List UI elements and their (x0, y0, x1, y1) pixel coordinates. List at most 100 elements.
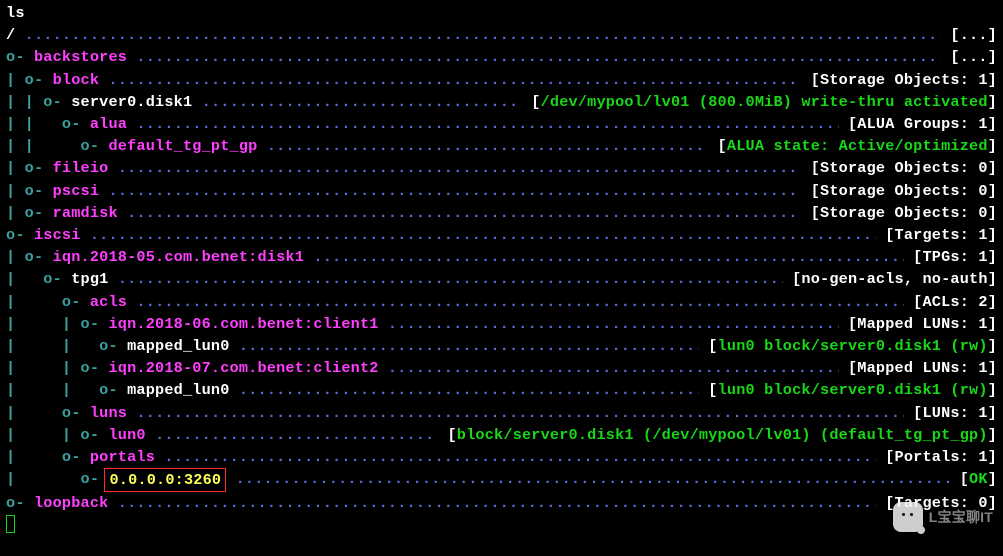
node-name: backstores (34, 46, 127, 68)
tree-row: | | o- default_tg_pt_gp ................… (6, 135, 997, 157)
branch-bullet: o- (81, 313, 109, 335)
terminal-output[interactable]: ls / ...................................… (6, 2, 997, 533)
root-status: [...] (941, 24, 997, 46)
tree-row: o- iscsi ...............................… (6, 224, 997, 246)
tree-pipes: | (6, 202, 25, 224)
node-name: iqn.2018-07.com.benet:client2 (108, 357, 378, 379)
tree-pipes: | (6, 69, 25, 91)
branch-bullet: o- (43, 268, 71, 290)
tree-pipes: | | (6, 357, 81, 379)
node-status: [Storage Objects: 0] (801, 180, 997, 202)
node-status: [...] (941, 46, 997, 68)
tree-row: | o- luns ..............................… (6, 402, 997, 424)
node-name: tpg1 (71, 268, 108, 290)
tree-row: | o- tpg1 ..............................… (6, 268, 997, 290)
tree-pipes: | | (6, 335, 99, 357)
tree-pipes: | | (6, 313, 81, 335)
tree-pipes: | (6, 180, 25, 202)
tree-row: | o- acls ..............................… (6, 291, 997, 313)
dots-filler: ........................................… (90, 224, 876, 246)
watermark-text: L宝宝聊IT (929, 506, 993, 528)
dots-filler: ........................................… (118, 157, 802, 179)
watermark: L宝宝聊IT (893, 502, 993, 532)
branch-bullet: o- (25, 246, 53, 268)
branch-bullet: o- (81, 424, 109, 446)
node-status: [ACLs: 2] (904, 291, 997, 313)
node-name: portals (90, 446, 155, 468)
tree-pipes: | | (6, 135, 81, 157)
dots-filler: ........................................… (136, 46, 941, 68)
tree-pipes: | (6, 446, 62, 468)
branch-bullet: o- (6, 224, 34, 246)
tree-row: | o- iqn.2018-05.com.benet:disk1 .......… (6, 246, 997, 268)
command-line: ls (6, 2, 997, 24)
branch-bullet: o- (62, 446, 90, 468)
tree-row: | o- pscsi .............................… (6, 180, 997, 202)
node-name: iqn.2018-05.com.benet:disk1 (53, 246, 304, 268)
node-name: iscsi (34, 224, 81, 246)
tree-pipes: | (6, 402, 62, 424)
branch-bullet: o- (99, 335, 127, 357)
branch-bullet: o- (25, 157, 53, 179)
node-status: [Targets: 1] (876, 224, 997, 246)
tree-row: | | o- mapped_lun0 .....................… (6, 335, 997, 357)
node-name: pscsi (53, 180, 100, 202)
node-name: block (53, 69, 100, 91)
dots-filler: ........................................… (155, 424, 438, 446)
dots-filler: ........................................… (239, 379, 699, 401)
tree-row: | | o- iqn.2018-07.com.benet:client2 ...… (6, 357, 997, 379)
node-status: [lun0 block/server0.disk1 (rw)] (699, 379, 997, 401)
node-name: fileio (53, 157, 109, 179)
tree-row: | o- 0.0.0.0:3260 ......................… (6, 468, 997, 492)
wechat-icon (893, 502, 923, 532)
node-name: 0.0.0.0:3260 (109, 471, 221, 489)
node-name: iqn.2018-06.com.benet:client1 (108, 313, 378, 335)
node-name: mapped_lun0 (127, 379, 229, 401)
node-name: alua (90, 113, 127, 135)
node-status: [block/server0.disk1 (/dev/mypool/lv01) … (438, 424, 997, 446)
dots-filler: ........................................… (118, 268, 783, 290)
node-name: server0.disk1 (71, 91, 192, 113)
node-status: [Mapped LUNs: 1] (839, 357, 997, 379)
cursor (6, 515, 15, 533)
node-status: [ALUA state: Active/optimized] (708, 135, 997, 157)
node-status: [/dev/mypool/lv01 (800.0MiB) write-thru … (522, 91, 997, 113)
dots-filler: ........................................… (118, 492, 876, 514)
tree-row: | o- ramdisk ...........................… (6, 202, 997, 224)
branch-bullet: o- (81, 135, 109, 157)
node-status: [no-gen-acls, no-auth] (783, 268, 997, 290)
node-status: [Storage Objects: 1] (801, 69, 997, 91)
tree-row: | o- fileio ............................… (6, 157, 997, 179)
tree-pipes: | (6, 246, 25, 268)
branch-bullet: o- (81, 357, 109, 379)
tree-row: o- backstores ..........................… (6, 46, 997, 68)
node-status: [lun0 block/server0.disk1 (rw)] (699, 335, 997, 357)
node-name: luns (90, 402, 127, 424)
dots-filler: ........................................… (388, 313, 839, 335)
node-status: [LUNs: 1] (904, 402, 997, 424)
dots-filler: ........................................… (136, 291, 903, 313)
dots-filler: ........................................… (388, 357, 839, 379)
tree-pipes: | | (6, 113, 62, 135)
node-name: lun0 (108, 424, 145, 446)
tree-pipes: | | (6, 424, 81, 446)
dots-filler: ........................................… (267, 135, 708, 157)
tree-pipes: | (6, 468, 81, 492)
tree-pipes: | | (6, 379, 99, 401)
branch-bullet: o- (62, 113, 90, 135)
tree-row: | o- portals ...........................… (6, 446, 997, 468)
dots-filler: ........................................… (202, 91, 522, 113)
prompt-line[interactable] (6, 515, 997, 533)
dots-filler: ........................................… (136, 113, 838, 135)
branch-bullet: o- (25, 180, 53, 202)
node-status: [ALUA Groups: 1] (839, 113, 997, 135)
dots-filler: ........................................… (164, 446, 876, 468)
tree-row: | | o- alua ............................… (6, 113, 997, 135)
branch-bullet: o- (62, 402, 90, 424)
node-name: acls (90, 291, 127, 313)
tree-pipes: | | (6, 91, 43, 113)
dots-filler: ........................................… (239, 335, 699, 357)
node-name: loopback (34, 492, 109, 514)
branch-bullet: o- (25, 202, 53, 224)
dots-filler: ........................................… (127, 202, 801, 224)
